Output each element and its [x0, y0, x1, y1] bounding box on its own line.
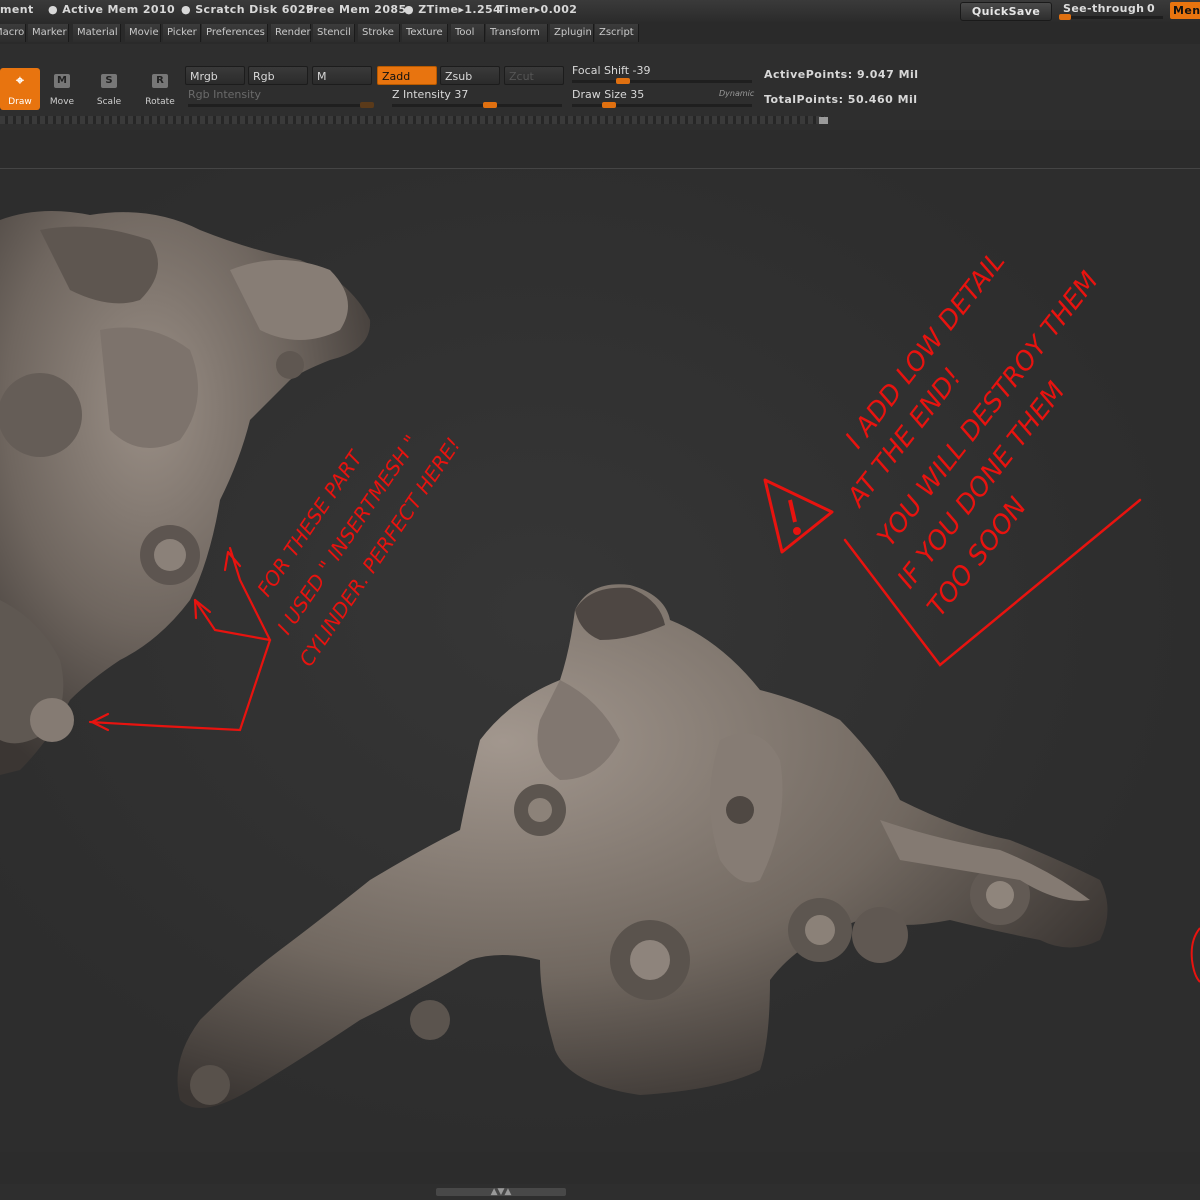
annotation-note-left: FOR THESE PART I USED " INSERTMESH " CYL… — [252, 431, 465, 671]
viewport-artwork: FOR THESE PART I USED " INSERTMESH " CYL… — [0, 211, 1200, 1108]
annotation-note-right: I ADD LOW DETAIL AT THE END! YOU WILL DE… — [840, 247, 1105, 623]
bottom-shelf: ▲▼▲ — [0, 1184, 1200, 1200]
bottom-shelf-handle[interactable]: ▲▼▲ — [436, 1188, 566, 1197]
warning-triangle-icon — [763, 478, 834, 554]
sculpt-model-left — [0, 211, 371, 775]
edge-annotation-mark — [1190, 927, 1200, 983]
